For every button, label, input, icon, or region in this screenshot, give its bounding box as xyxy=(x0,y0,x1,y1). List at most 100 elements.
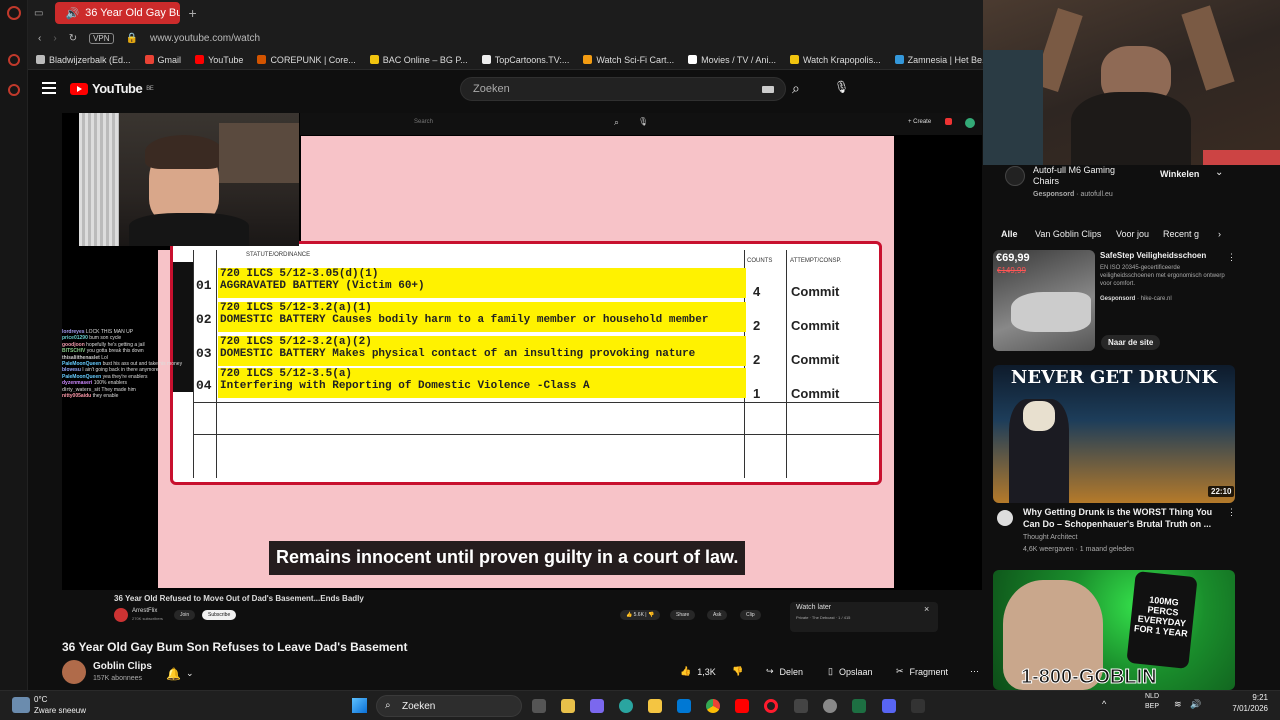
youtube-play-icon xyxy=(70,82,88,95)
discord-icon[interactable] xyxy=(882,699,896,713)
bookmark-gmail[interactable]: Gmail xyxy=(144,55,181,65)
vpn-badge[interactable]: VPN xyxy=(89,32,114,44)
embedded-watch-later-panel: Watch later Private · The Debcast · 1 / … xyxy=(790,602,938,632)
visit-site-button[interactable]: Naar de site xyxy=(1101,335,1161,350)
more-actions-button[interactable]: ⋯ xyxy=(970,666,979,677)
channel-avatar[interactable] xyxy=(997,510,1013,526)
forward-icon[interactable]: › xyxy=(53,33,56,44)
video-title[interactable]: Why Getting Drunk is the WORST Thing You… xyxy=(1023,506,1228,530)
dislike-button[interactable]: 👎 xyxy=(732,666,743,677)
video-title: 36 Year Old Gay Bum Son Refuses to Leave… xyxy=(62,640,408,654)
chevron-down-icon[interactable]: ⌄ xyxy=(1215,167,1223,178)
play-icon xyxy=(688,55,698,64)
windows-start-icon[interactable] xyxy=(352,698,367,713)
search-icon[interactable]: ⌕ xyxy=(792,80,800,97)
messenger-icon[interactable] xyxy=(8,54,20,66)
obs-icon[interactable] xyxy=(911,699,925,713)
tab-active[interactable]: 🔊 36 Year Old Gay Bum S xyxy=(55,2,181,24)
gmail-icon xyxy=(144,55,154,64)
ad-title[interactable]: Autof-ull M6 Gaming Chairs xyxy=(1033,165,1143,187)
back-icon[interactable]: ‹ xyxy=(38,33,41,44)
chip-for-you[interactable]: Voor jou xyxy=(1116,229,1149,243)
history-icon[interactable] xyxy=(8,84,20,96)
edge-icon[interactable] xyxy=(619,699,633,713)
file-explorer-icon[interactable] xyxy=(648,699,662,713)
inner-search: Search xyxy=(414,119,434,125)
bookmark-bac[interactable]: BAC Online – BG P... xyxy=(369,55,468,65)
calculator-icon[interactable] xyxy=(794,699,808,713)
shop-button[interactable]: Winkelen xyxy=(1160,169,1199,179)
volume-icon[interactable]: 🔊 xyxy=(1190,699,1201,710)
channel-name[interactable]: Goblin Clips xyxy=(93,661,152,672)
bookmark-zamnesia[interactable]: Zamnesia | Het Be... xyxy=(894,55,990,65)
doc-header-statute: STATUTE/ORDINANCE xyxy=(246,252,311,258)
wifi-icon[interactable]: ≋ xyxy=(1174,699,1182,710)
tray-chevron-icon[interactable]: ^ xyxy=(1102,699,1106,709)
chip-all[interactable]: Alle xyxy=(1001,229,1018,243)
new-tab-icon[interactable]: + xyxy=(188,5,196,21)
shoe-ad-thumbnail[interactable]: €69,99 €149,99 xyxy=(993,250,1095,351)
window-blinds xyxy=(79,113,119,246)
clip-button[interactable]: ✂ Fragment xyxy=(896,666,948,677)
bookmark-movies[interactable]: Movies / TV / Ani... xyxy=(688,55,776,65)
clock-date[interactable]: 7/01/2026 xyxy=(1222,704,1268,713)
background-door xyxy=(983,50,1043,165)
weather-icon[interactable] xyxy=(12,697,30,713)
excel-icon[interactable] xyxy=(852,699,866,713)
tab-title: 36 Year Old Gay Bum S xyxy=(85,7,181,19)
shoe-ad-desc: EN ISO 20345-gecertificeerde veiligheids… xyxy=(1100,265,1225,287)
more-icon[interactable]: ⋮ xyxy=(1227,252,1236,263)
bookmark-krapopolis[interactable]: Watch Krapopolis... xyxy=(789,55,881,65)
more-icon[interactable]: ⋮ xyxy=(1227,507,1236,518)
bell-icon[interactable]: 🔔 xyxy=(166,667,181,681)
youtube-logo[interactable]: YouTube BE xyxy=(70,81,154,96)
bookmark-folder[interactable]: Bladwijzerbalk (Ed... xyxy=(36,55,131,65)
reload-icon[interactable]: ↻ xyxy=(69,33,77,44)
video-player[interactable]: Search ⌕ 🎙 + Create STATUTE/ORDINANCE CO… xyxy=(62,113,982,590)
youtube-app-icon[interactable] xyxy=(735,699,749,713)
embedded-subs: 270K subscribers xyxy=(132,616,163,621)
browser-sidebar xyxy=(0,0,28,690)
microphone-icon[interactable]: 🎙 xyxy=(834,80,849,94)
keyboard-icon[interactable] xyxy=(762,86,774,93)
taskbar-search[interactable]: ⌕ Zoeken xyxy=(376,695,522,717)
menu-icon[interactable] xyxy=(42,82,56,94)
like-button[interactable]: 👍 1,3K xyxy=(680,666,716,677)
skull xyxy=(1023,401,1055,431)
speaker-icon[interactable]: 🔊 xyxy=(65,7,79,20)
youtube-header: YouTube BE Zoeken ⌕ 🎙 xyxy=(28,70,983,108)
bookmark-topcartoons[interactable]: TopCartoons.TV:... xyxy=(481,55,569,65)
clock-time[interactable]: 9:21 xyxy=(1222,693,1268,702)
channel-avatar[interactable] xyxy=(62,660,86,684)
chevron-right-icon[interactable]: › xyxy=(1218,229,1221,243)
tabs-menu-icon[interactable]: ▭ xyxy=(34,8,43,19)
chevron-down-icon[interactable]: ⌄ xyxy=(186,668,194,679)
bookmark-icon: ▯ xyxy=(828,666,833,676)
chrome-icon[interactable] xyxy=(706,699,720,713)
video-thumbnail[interactable]: 100MG PERCS EVERYDAY FOR 1 YEAR 1-800-GO… xyxy=(993,570,1235,690)
corepunk-icon xyxy=(257,55,267,64)
opera-logo-icon[interactable] xyxy=(7,6,21,20)
task-view-icon[interactable] xyxy=(532,699,546,713)
search-input[interactable]: Zoeken xyxy=(460,77,786,101)
keyboard-layout[interactable]: BEP xyxy=(1145,703,1159,710)
shoe-ad-title[interactable]: SafeStep Veiligheidsschoen xyxy=(1100,251,1206,260)
outlook-icon[interactable] xyxy=(677,699,691,713)
chip-recent[interactable]: Recent g xyxy=(1163,229,1199,243)
url-field[interactable]: www.youtube.com/watch xyxy=(150,33,260,44)
scifi-icon xyxy=(583,55,593,64)
video-thumbnail[interactable]: NEVER GET DRUNK 22:10 xyxy=(993,365,1235,503)
embedded-clip-button: Clip xyxy=(740,610,761,620)
bookmark-youtube[interactable]: YouTube xyxy=(195,55,243,65)
chip-from-channel[interactable]: Van Goblin Clips xyxy=(1035,229,1101,243)
opera-icon[interactable] xyxy=(764,699,778,713)
settings-icon[interactable] xyxy=(823,699,837,713)
widgets-icon[interactable] xyxy=(561,699,575,713)
save-button[interactable]: ▯ Opslaan xyxy=(828,666,872,677)
teams-icon[interactable] xyxy=(590,699,604,713)
share-button[interactable]: ↪ Delen xyxy=(766,666,803,677)
bookmark-corepunk[interactable]: COREPUNK | Core... xyxy=(257,55,356,65)
channel-row: Goblin Clips 157K abonnees 🔔 ⌄ 👍 1,3K 👎 ↪… xyxy=(62,660,982,690)
bookmark-scifi[interactable]: Watch Sci-Fi Cart... xyxy=(583,55,674,65)
language-code[interactable]: NLD xyxy=(1145,693,1159,700)
